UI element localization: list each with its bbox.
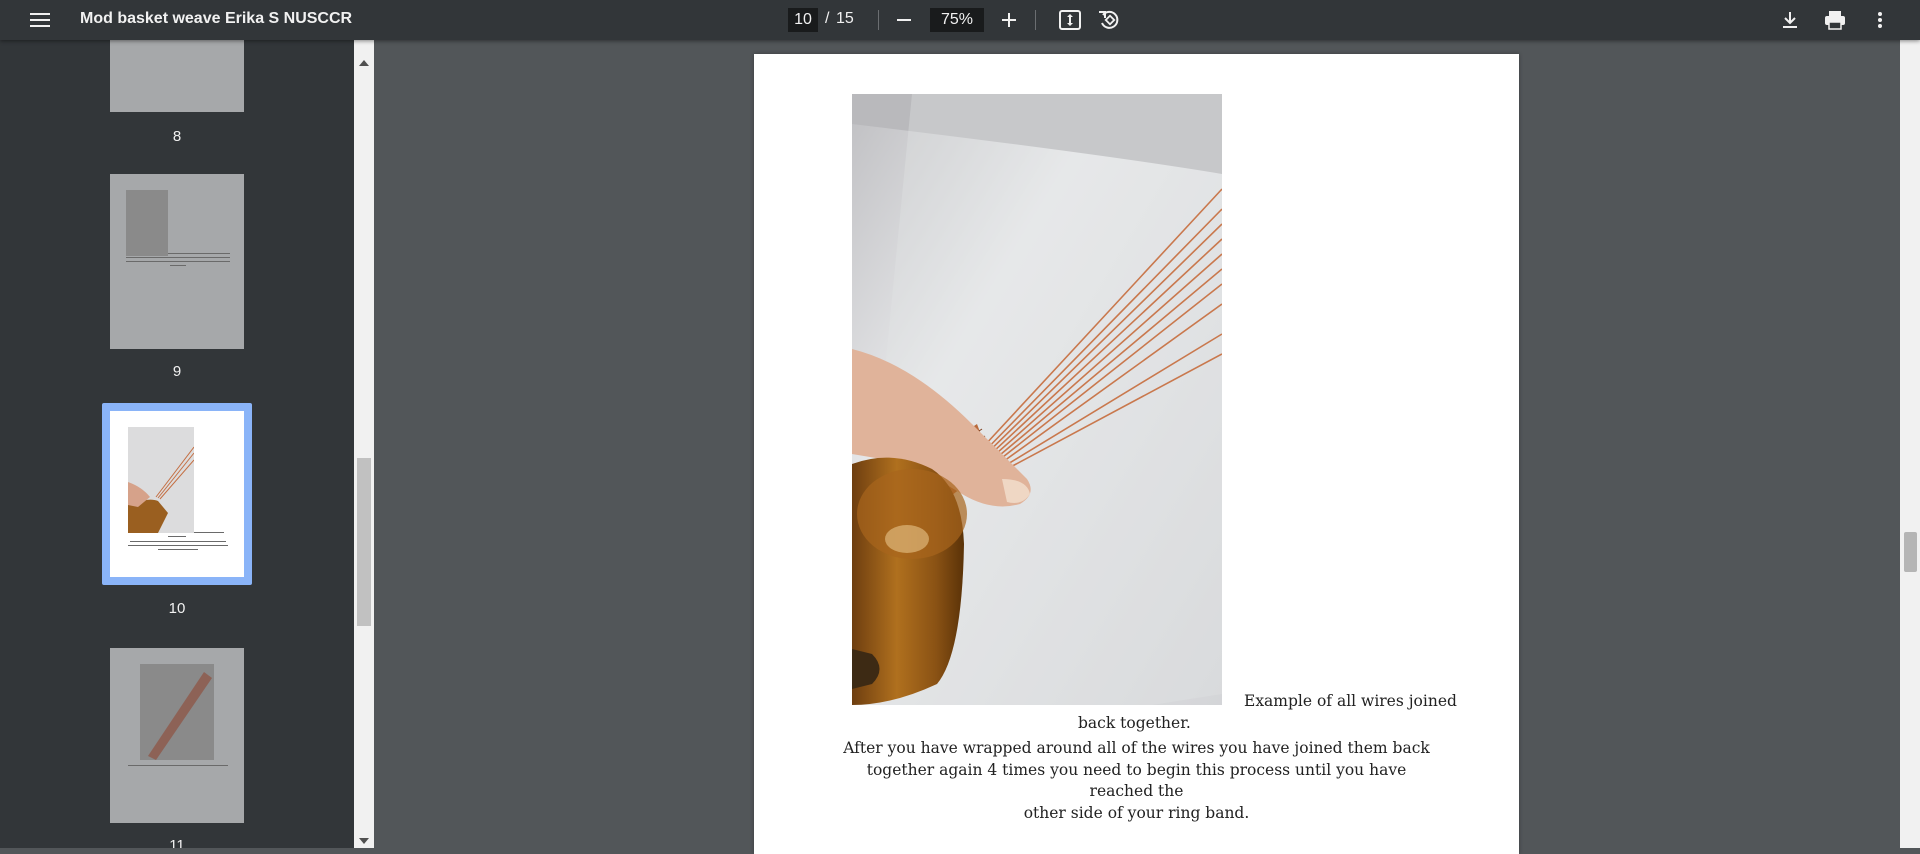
thumbnail-label: 9 [172, 363, 182, 380]
download-button[interactable] [1774, 4, 1806, 36]
thumbnail-image [140, 664, 214, 760]
pdf-page: Example of all wires joined back togethe… [754, 54, 1519, 854]
body-text-line: After you have wrapped around all of the… [843, 739, 1430, 757]
thumbnail-text-line [158, 549, 198, 550]
fit-to-page-button[interactable] [1054, 4, 1086, 36]
page-thumbnail-9[interactable] [110, 174, 244, 349]
toolbar-divider [1035, 10, 1036, 30]
thumbnail-text-line [126, 257, 230, 258]
printer-icon [1824, 10, 1846, 30]
hamburger-menu-icon [30, 12, 50, 28]
print-button[interactable] [1819, 4, 1851, 36]
sidebar-scrollbar-thumb[interactable] [357, 458, 371, 626]
thumbnail-text-line [168, 536, 186, 537]
pdf-toolbar: Mod basket weave Erika S NUSCCR / 15 [0, 0, 1920, 40]
zoom-in-button[interactable] [993, 4, 1025, 36]
page-separator: / [825, 10, 830, 27]
minus-icon [896, 12, 912, 28]
sidebar-scrollbar[interactable] [354, 40, 374, 848]
body-text-line: other side of your ring band. [1023, 803, 1250, 822]
thumbnail-label: 11 [169, 837, 185, 848]
toolbar-divider [878, 10, 879, 30]
thumbnail-page [110, 411, 244, 577]
thumbnail-text-line [128, 545, 228, 546]
thumbnail-sidebar: 8 9 10 11 [0, 40, 354, 848]
photo-caption-line: back together. [1078, 714, 1191, 732]
photo-caption-line: Example of all wires joined [1244, 692, 1457, 710]
document-viewer: Example of all wires joined back togethe… [374, 40, 1900, 854]
thumbnail-text-line [128, 765, 228, 766]
more-vertical-icon [1877, 11, 1883, 29]
body-paragraph: After you have wrapped around all of the… [834, 738, 1439, 824]
fit-to-page-icon [1059, 10, 1081, 30]
thumbnail-text-line [194, 532, 224, 533]
total-pages: 15 [836, 10, 854, 27]
scroll-up-arrow-icon[interactable] [359, 60, 369, 66]
zoom-level-input[interactable] [930, 8, 984, 32]
plus-icon [1001, 12, 1017, 28]
page-photo [852, 94, 1222, 705]
page-thumbnail-8[interactable] [110, 40, 244, 112]
thumbnail-label: 8 [172, 128, 182, 145]
more-actions-button[interactable] [1864, 4, 1896, 36]
scroll-down-arrow-icon[interactable] [359, 838, 369, 844]
document-title: Mod basket weave Erika S NUSCCR [80, 10, 353, 27]
thumbnail-text-line [126, 261, 230, 262]
thumbnail-text-line [168, 253, 230, 254]
page-number-input[interactable] [788, 8, 818, 32]
document-scrollbar[interactable] [1900, 40, 1920, 848]
page-thumbnail-10[interactable] [102, 403, 252, 585]
thumbnail-text-line [130, 541, 226, 542]
thumbnail-image [126, 190, 168, 256]
body-text-line: together again 4 times you need to begin… [866, 760, 1407, 801]
page-thumbnail-11[interactable] [110, 648, 244, 823]
rotate-button[interactable] [1093, 4, 1125, 36]
document-scrollbar-thumb[interactable] [1904, 532, 1917, 572]
zoom-out-button[interactable] [888, 4, 920, 36]
download-icon [1781, 11, 1799, 29]
thumbnail-image [128, 427, 194, 533]
menu-button[interactable] [24, 4, 56, 36]
thumbnail-text-line [170, 265, 186, 266]
rotate-counterclockwise-icon [1098, 9, 1120, 31]
thumbnail-label: 10 [168, 600, 186, 617]
